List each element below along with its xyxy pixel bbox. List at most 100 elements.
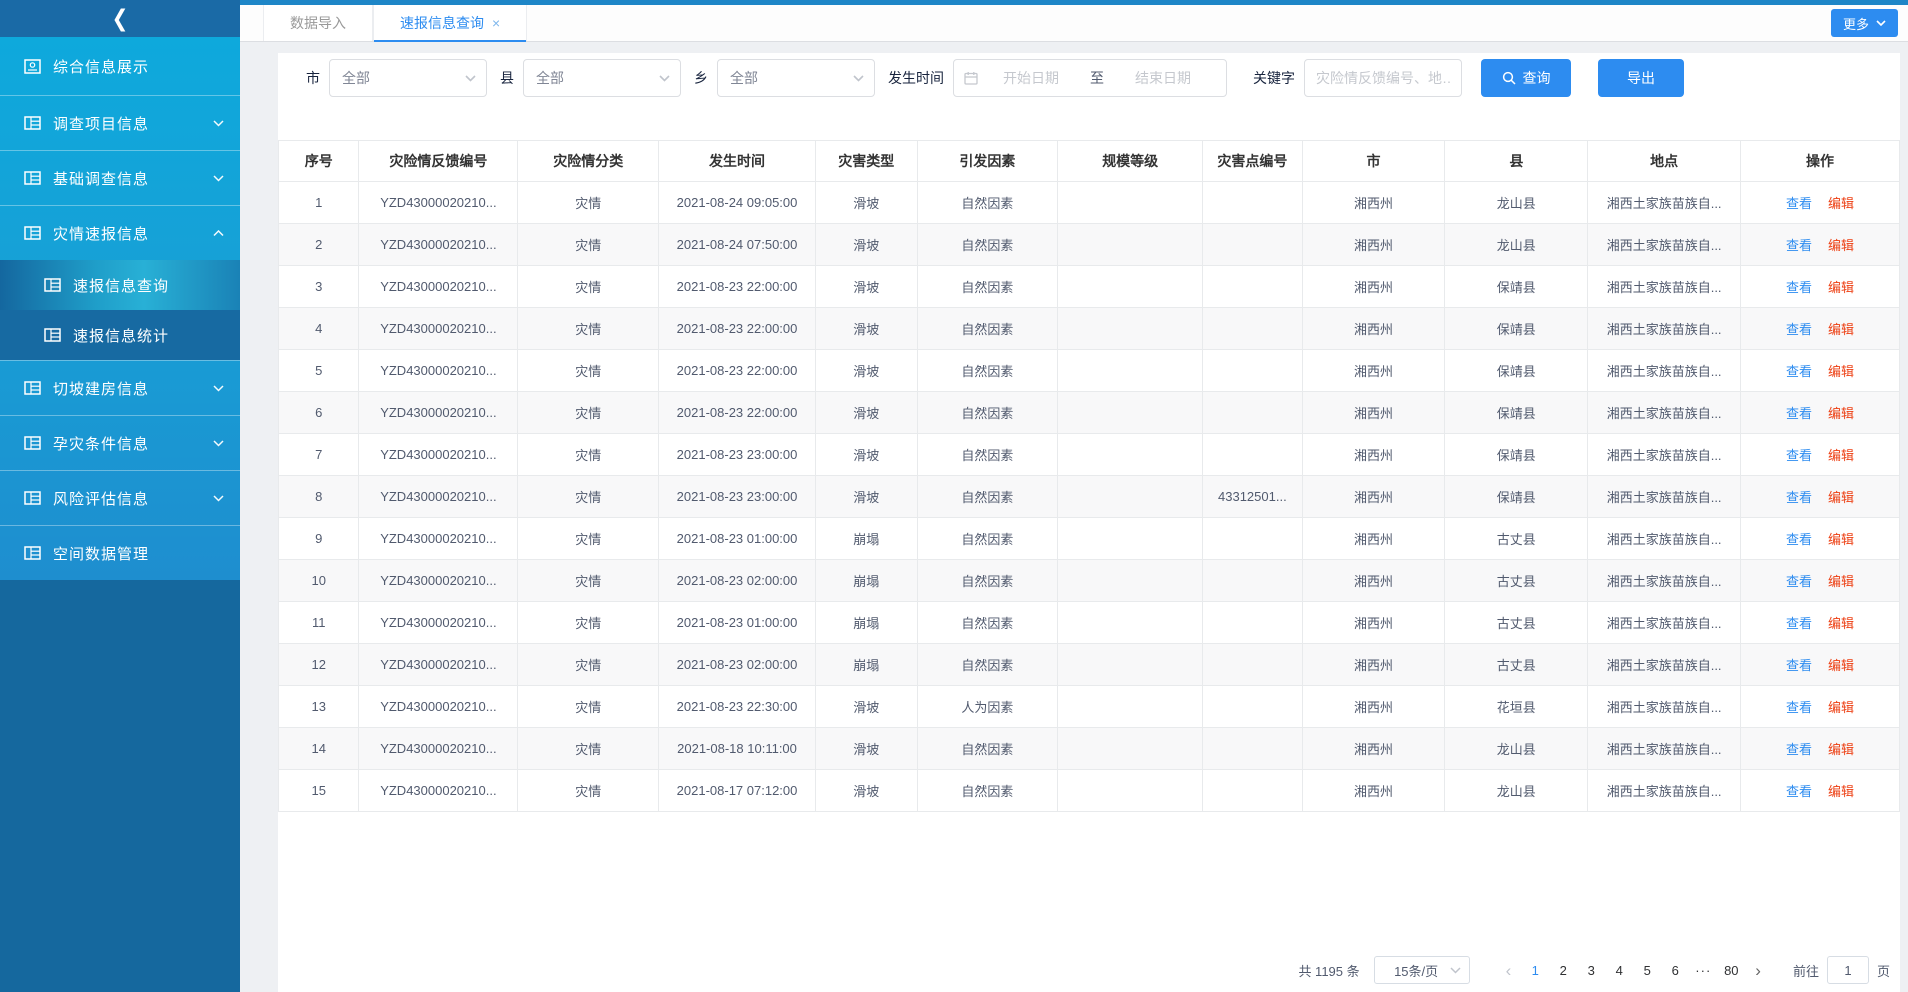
edit-link[interactable]: 编辑 [1828,700,1854,715]
table-cell: 5 [279,350,359,392]
sidebar-item[interactable]: 切坡建房信息 [0,360,240,415]
table-icon [24,381,41,395]
edit-link[interactable]: 编辑 [1828,364,1854,379]
view-link[interactable]: 查看 [1786,448,1812,463]
view-link[interactable]: 查看 [1786,700,1812,715]
city-select[interactable]: 全部 [329,59,487,97]
table-cell: YZD43000020210... [359,560,518,602]
page-number-3[interactable]: 3 [1577,963,1605,978]
table-cell: 自然因素 [917,308,1058,350]
view-link[interactable]: 查看 [1786,574,1812,589]
edit-link[interactable]: 编辑 [1828,280,1854,295]
view-link[interactable]: 查看 [1786,196,1812,211]
county-select[interactable]: 全部 [523,59,681,97]
view-link[interactable]: 查看 [1786,490,1812,505]
sidebar-item[interactable]: 综合信息展示 [0,37,240,95]
date-separator: 至 [1084,68,1110,88]
table-cell [1203,350,1303,392]
next-page-button[interactable]: › [1745,962,1771,979]
edit-link[interactable]: 编辑 [1828,406,1854,421]
page-number-6[interactable]: 6 [1661,963,1689,978]
edit-link[interactable]: 编辑 [1828,658,1854,673]
view-link[interactable]: 查看 [1786,364,1812,379]
page-size-select[interactable]: 15条/页 [1374,956,1470,984]
table-cell: 自然因素 [917,644,1058,686]
more-button[interactable]: 更多 [1831,9,1898,37]
date-range-picker[interactable]: 开始日期 至 结束日期 [953,59,1227,97]
town-select[interactable]: 全部 [717,59,875,97]
prev-page-button[interactable]: ‹ [1496,962,1522,979]
page-number-2[interactable]: 2 [1549,963,1577,978]
sidebar-collapse-button[interactable]: ❮ [0,0,240,37]
view-link[interactable]: 查看 [1786,616,1812,631]
table-cell: 自然因素 [917,350,1058,392]
time-label: 发生时间 [888,68,944,88]
page-number-5[interactable]: 5 [1633,963,1661,978]
view-link[interactable]: 查看 [1786,238,1812,253]
export-button[interactable]: 导出 [1598,59,1684,97]
search-button[interactable]: 查询 [1481,59,1571,97]
view-link[interactable]: 查看 [1786,280,1812,295]
view-link[interactable]: 查看 [1786,658,1812,673]
table-cell: 保靖县 [1445,392,1588,434]
view-link[interactable]: 查看 [1786,784,1812,799]
edit-link[interactable]: 编辑 [1828,574,1854,589]
table-cell [1058,434,1203,476]
sidebar-item[interactable]: 调查项目信息 [0,95,240,150]
edit-link[interactable]: 编辑 [1828,322,1854,337]
sidebar-item[interactable]: 风险评估信息 [0,470,240,525]
table-cell: 湘西土家族苗族自... [1588,518,1741,560]
sidebar-item[interactable]: 空间数据管理 [0,525,240,580]
chevron-down-icon [213,495,224,502]
sidebar-item[interactable]: 灾情速报信息 [0,205,240,260]
view-link[interactable]: 查看 [1786,742,1812,757]
chevron-down-icon [465,75,476,82]
edit-link[interactable]: 编辑 [1828,490,1854,505]
end-date-input[interactable]: 结束日期 [1110,68,1216,88]
view-link[interactable]: 查看 [1786,322,1812,337]
page-number-4[interactable]: 4 [1605,963,1633,978]
town-label: 乡 [694,68,708,88]
sidebar-item[interactable]: 孕灾条件信息 [0,415,240,470]
table-header-row: 序号灾险情反馈编号灾险情分类发生时间灾害类型引发因素规模等级灾害点编号市县地点操… [279,141,1900,182]
keyword-input[interactable] [1304,59,1462,97]
page-number-1[interactable]: 1 [1521,963,1549,978]
table-cell [1058,518,1203,560]
table-cell: 2021-08-23 01:00:00 [659,518,816,560]
view-link[interactable]: 查看 [1786,532,1812,547]
view-link[interactable]: 查看 [1786,406,1812,421]
table-cell: 崩塌 [815,602,917,644]
edit-link[interactable]: 编辑 [1828,196,1854,211]
edit-link[interactable]: 编辑 [1828,742,1854,757]
goto-page-input[interactable] [1827,956,1869,984]
close-icon[interactable]: × [492,16,500,30]
table-cell [1203,518,1303,560]
edit-link[interactable]: 编辑 [1828,532,1854,547]
table-cell: 3 [279,266,359,308]
goto-label: 前往 [1793,961,1819,980]
edit-link[interactable]: 编辑 [1828,238,1854,253]
table-body: 1YZD43000020210...灾情2021-08-24 09:05:00滑… [279,182,1900,812]
sidebar-subitem[interactable]: 速报信息查询 [0,260,240,310]
table-row: 4YZD43000020210...灾情2021-08-23 22:00:00滑… [279,308,1900,350]
sidebar-subitem[interactable]: 速报信息统计 [0,310,240,360]
table-cell: YZD43000020210... [359,350,518,392]
table-cell-actions: 查看 编辑 [1741,182,1900,224]
edit-link[interactable]: 编辑 [1828,448,1854,463]
table-cell-actions: 查看 编辑 [1741,686,1900,728]
page-number-80[interactable]: 80 [1717,963,1745,978]
tab[interactable]: 数据导入 [263,5,373,41]
table-cell: 滑坡 [815,770,917,812]
ellipsis-icon[interactable]: ··· [1689,963,1717,978]
edit-link[interactable]: 编辑 [1828,616,1854,631]
start-date-input[interactable]: 开始日期 [978,68,1084,88]
table-cell [1058,224,1203,266]
tab[interactable]: 速报信息查询 × [373,5,527,41]
table-icon [24,491,41,505]
tab-label: 速报信息查询 [400,13,484,33]
table-cell-actions: 查看 编辑 [1741,434,1900,476]
table-cell [1058,308,1203,350]
edit-link[interactable]: 编辑 [1828,784,1854,799]
tabs-container: 数据导入 速报信息查询 × [263,5,527,41]
sidebar-item[interactable]: 基础调查信息 [0,150,240,205]
